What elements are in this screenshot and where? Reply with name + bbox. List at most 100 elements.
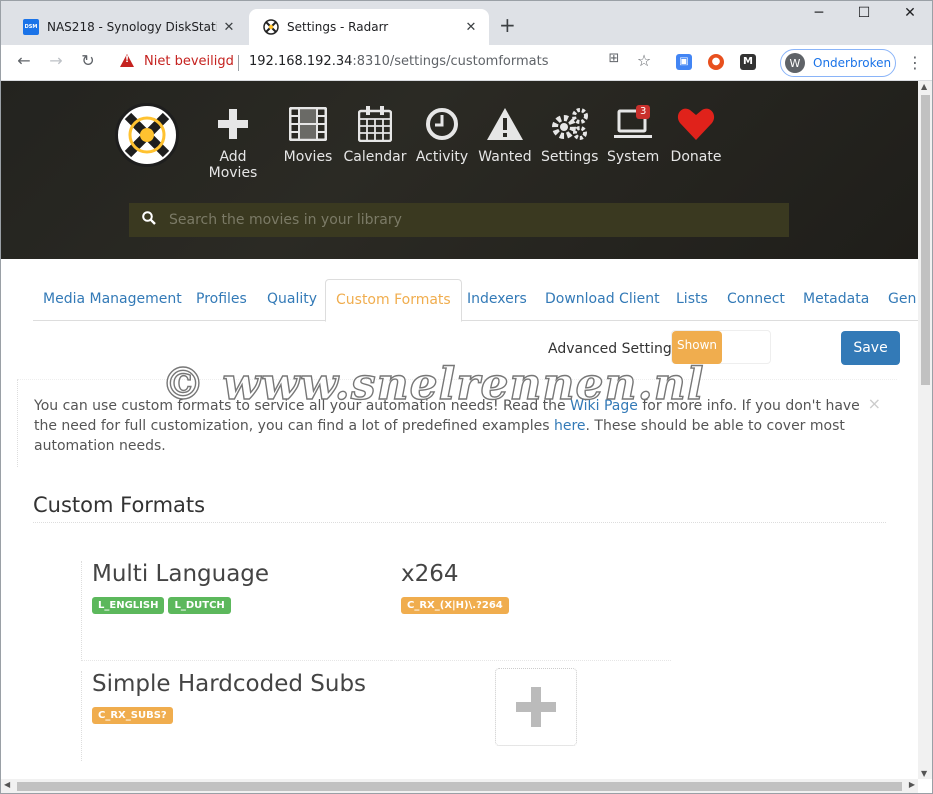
save-button[interactable]: Save (841, 331, 900, 365)
tab-lists[interactable]: Lists (676, 291, 708, 307)
laptop-icon: 3 (607, 105, 659, 143)
custom-format-card[interactable]: Multi Language L_ENGLISH L_DUTCH (81, 561, 391, 661)
nav-label: System (607, 149, 660, 165)
profile-button[interactable]: W Onderbroken (780, 49, 896, 77)
scroll-down-icon[interactable]: ▼ (921, 769, 927, 778)
close-tab-icon[interactable]: ✕ (459, 20, 483, 35)
tab-download-client[interactable]: Download Client (545, 291, 660, 307)
search-icon (129, 211, 169, 229)
nav-label: Add Movies (208, 149, 258, 181)
toggle-state: Shown (672, 331, 722, 364)
browser-window: DSM NAS218 - Synology DiskStation ✕ Sett… (0, 0, 933, 794)
nav-label: Calendar (343, 149, 407, 165)
format-name: x264 (401, 561, 459, 587)
settings-content: Media Management Profiles Quality Custom… (1, 259, 918, 779)
tab-indexers[interactable]: Indexers (467, 291, 527, 307)
scroll-left-icon[interactable]: ◀ (4, 780, 10, 789)
advanced-settings-label: Advanced Settings (548, 341, 680, 357)
tab-title: Settings - Radarr (287, 20, 389, 34)
back-icon[interactable]: ← (12, 51, 36, 70)
nav-label: Wanted (478, 149, 532, 165)
nav-movies[interactable]: Movies (283, 105, 333, 165)
address-bar[interactable]: 192.168.192.34:8310/settings/customforma… (249, 54, 548, 69)
close-alert-icon[interactable]: × (868, 394, 881, 414)
examples-link[interactable]: here (554, 418, 586, 434)
format-tag: L_ENGLISH (92, 597, 165, 614)
url-host: 192.168.192.34 (249, 54, 353, 69)
plus-icon (516, 687, 556, 727)
scroll-thumb[interactable] (921, 95, 930, 385)
divider (33, 522, 886, 523)
close-tab-icon[interactable]: ✕ (217, 20, 241, 35)
plus-icon (195, 105, 271, 143)
tab-title: NAS218 - Synology DiskStation (47, 20, 217, 34)
divider (238, 55, 239, 71)
format-tag: L_DUTCH (168, 597, 231, 614)
horizontal-scrollbar[interactable]: ◀ ▶ (1, 779, 918, 793)
new-tab-button[interactable]: + (499, 13, 516, 37)
tab-quality[interactable]: Quality (267, 291, 317, 307)
radarr-logo[interactable] (115, 103, 179, 167)
add-custom-format-button[interactable] (495, 668, 577, 746)
nav-settings[interactable]: Settings (541, 105, 599, 165)
translate-icon[interactable]: ⊞ (602, 51, 626, 66)
nav-label: Settings (541, 149, 599, 165)
security-indicator[interactable]: Niet beveiligd (144, 54, 234, 69)
reload-icon[interactable]: ↻ (76, 51, 100, 70)
tab-media-management[interactable]: Media Management (43, 291, 182, 307)
tab-connect[interactable]: Connect (727, 291, 785, 307)
nav-label: Donate (670, 149, 722, 165)
heart-icon (669, 105, 723, 143)
section-title: Custom Formats (33, 493, 206, 517)
forward-icon[interactable]: → (44, 51, 68, 70)
film-icon (283, 105, 333, 143)
scroll-thumb[interactable] (17, 782, 902, 791)
advanced-settings-toggle[interactable]: Shown (671, 330, 771, 364)
nav-wanted[interactable]: Wanted (477, 105, 533, 165)
nav-calendar[interactable]: Calendar (343, 105, 407, 165)
browser-tab-radarr[interactable]: Settings - Radarr ✕ (249, 9, 489, 45)
custom-format-card[interactable]: x264 C_RX_(X|H)\.?264 (391, 561, 671, 661)
system-badge: 3 (636, 105, 651, 119)
extension-icon[interactable]: ▣ (676, 54, 692, 70)
wiki-page-link[interactable]: Wiki Page (570, 398, 638, 414)
vertical-scrollbar[interactable]: ▲ ▼ (918, 81, 932, 779)
mail-extension-icon[interactable]: M (740, 54, 756, 70)
gears-icon (541, 105, 597, 143)
search-input[interactable]: Search the movies in your library (169, 212, 402, 228)
nav-donate[interactable]: Donate (669, 105, 723, 165)
clock-icon (415, 105, 469, 143)
nav-activity[interactable]: Activity (415, 105, 469, 165)
avatar: W (785, 53, 805, 73)
scroll-up-icon[interactable]: ▲ (921, 82, 927, 91)
menu-icon[interactable]: ⋮ (907, 53, 923, 72)
scroll-right-icon[interactable]: ▶ (909, 780, 915, 789)
nav-label: Activity (415, 149, 469, 165)
radarr-favicon-icon (263, 19, 279, 35)
movie-search-bar[interactable]: Search the movies in your library (129, 203, 789, 237)
tab-profiles[interactable]: Profiles (196, 291, 247, 307)
custom-format-card[interactable]: Simple Hardcoded Subs C_RX_SUBS? (81, 671, 391, 761)
url-path: :8310/settings/customformats (352, 54, 549, 69)
format-name: Multi Language (92, 561, 270, 587)
profile-label: Onderbroken (813, 56, 892, 70)
tab-custom-formats[interactable]: Custom Formats (325, 279, 462, 322)
tab-strip: DSM NAS218 - Synology DiskStation ✕ Sett… (1, 1, 932, 45)
warning-icon[interactable] (120, 54, 134, 67)
format-tag: C_RX_SUBS? (92, 707, 173, 724)
browser-tab-diskstation[interactable]: DSM NAS218 - Synology DiskStation ✕ (9, 9, 247, 45)
app-header: Add Movies Movies Calendar Activity Want… (1, 81, 918, 259)
calendar-icon (343, 105, 407, 143)
maximize-button[interactable]: ☐ (841, 5, 887, 21)
extension-icon[interactable]: ● (708, 54, 724, 70)
nav-add-movies[interactable]: Add Movies (195, 105, 271, 181)
info-alert: You can use custom formats to service al… (17, 379, 897, 467)
star-icon[interactable]: ☆ (632, 51, 656, 70)
tab-metadata[interactable]: Metadata (803, 291, 869, 307)
format-name: Simple Hardcoded Subs (92, 671, 367, 697)
tab-general[interactable]: Gen (888, 291, 916, 307)
close-window-button[interactable]: ✕ (887, 5, 932, 21)
nav-system[interactable]: 3 System (607, 105, 659, 165)
settings-tabs: Media Management Profiles Quality Custom… (33, 279, 918, 322)
minimize-button[interactable]: ─ (796, 5, 842, 21)
